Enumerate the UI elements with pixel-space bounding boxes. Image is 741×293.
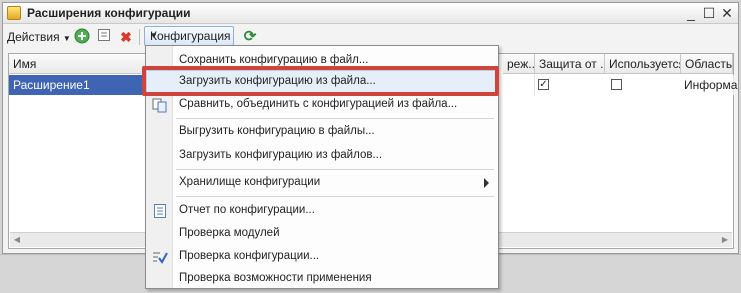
column-header-name[interactable]: Имя (9, 54, 149, 74)
row-mode-cell (503, 75, 535, 95)
title-bar: Расширения конфигурации _ ☐ ✕ (3, 3, 738, 24)
plus-circle-icon[interactable] (73, 28, 91, 46)
submenu-arrow-icon (484, 178, 489, 188)
scroll-right-icon[interactable]: ▶ (718, 233, 732, 247)
menu-item-label: Сохранить конфигурацию в файл... (179, 54, 369, 66)
refresh-icon[interactable]: ⟳ (241, 28, 259, 46)
app-icon (7, 6, 21, 20)
column-header-used[interactable]: Используется (605, 54, 681, 74)
menu-item-check-config[interactable]: Проверка конфигурации... (147, 246, 497, 268)
menu-item-label: Проверка конфигурации... (179, 250, 320, 262)
toolbar-separator (139, 29, 140, 45)
menu-item-label: Проверка модулей (179, 227, 280, 239)
menu-item-check-modules[interactable]: Проверка модулей (147, 223, 497, 245)
edit-icon[interactable] (95, 28, 113, 46)
used-checkbox[interactable] (611, 79, 622, 90)
close-button[interactable]: ✕ (719, 4, 735, 22)
dropdown-arrow-icon: ▼ (62, 34, 71, 43)
highlight-annotation-box (142, 66, 499, 96)
dropdown-arrow-icon: ▼ (150, 31, 158, 40)
column-header-area[interactable]: Область ... (681, 54, 733, 74)
protection-checkbox[interactable]: ✓ (538, 79, 549, 90)
menu-item-load-from-files[interactable]: Загрузить конфигурацию из файлов... (147, 145, 497, 167)
minimize-button[interactable]: _ (683, 4, 699, 22)
menu-item-config-report[interactable]: Отчет по конфигурации... (147, 200, 497, 222)
actions-label: Действия (7, 30, 60, 44)
menu-separator (176, 169, 494, 170)
menu-item-label: Выгрузить конфигурацию в файлы... (179, 125, 375, 137)
table-row[interactable]: Расширение1 (9, 75, 149, 95)
menu-item-label: Сравнить, объединить с конфигурацией из … (179, 98, 458, 110)
row-area-cell: Информа (684, 75, 737, 95)
column-header-protection[interactable]: Защита от ... (535, 54, 605, 74)
actions-menu-button[interactable]: Действия ▼ (7, 28, 71, 46)
row-name-cell: Расширение1 (13, 78, 90, 92)
menu-item-dump-to-files[interactable]: Выгрузить конфигурацию в файлы... (147, 121, 497, 143)
maximize-button[interactable]: ☐ (701, 4, 717, 22)
menu-item-check-applicability[interactable]: Проверка возможности применения (147, 268, 497, 290)
menu-item-label: Отчет по конфигурации... (179, 204, 315, 216)
menu-separator (176, 118, 494, 119)
delete-x-icon[interactable]: ✖ (117, 28, 135, 46)
check-config-icon (152, 249, 168, 265)
menu-item-compare-merge[interactable]: Сравнить, объединить с конфигурацией из … (147, 94, 497, 116)
menu-item-label: Загрузить конфигурацию из файлов... (179, 149, 383, 161)
window-title: Расширения конфигурации (27, 6, 191, 20)
report-icon (152, 203, 168, 219)
scroll-left-icon[interactable]: ◀ (10, 233, 24, 247)
configuration-menu-button[interactable]: Конфигурация ▼ (144, 26, 234, 46)
menu-item-repository[interactable]: Хранилище конфигурации (147, 172, 497, 194)
compare-icon (152, 97, 168, 113)
menu-separator (176, 196, 494, 197)
menu-item-label: Хранилище конфигурации (179, 176, 321, 188)
column-header-mode[interactable]: реж... (503, 54, 535, 74)
menu-item-label: Проверка возможности применения (179, 272, 372, 284)
